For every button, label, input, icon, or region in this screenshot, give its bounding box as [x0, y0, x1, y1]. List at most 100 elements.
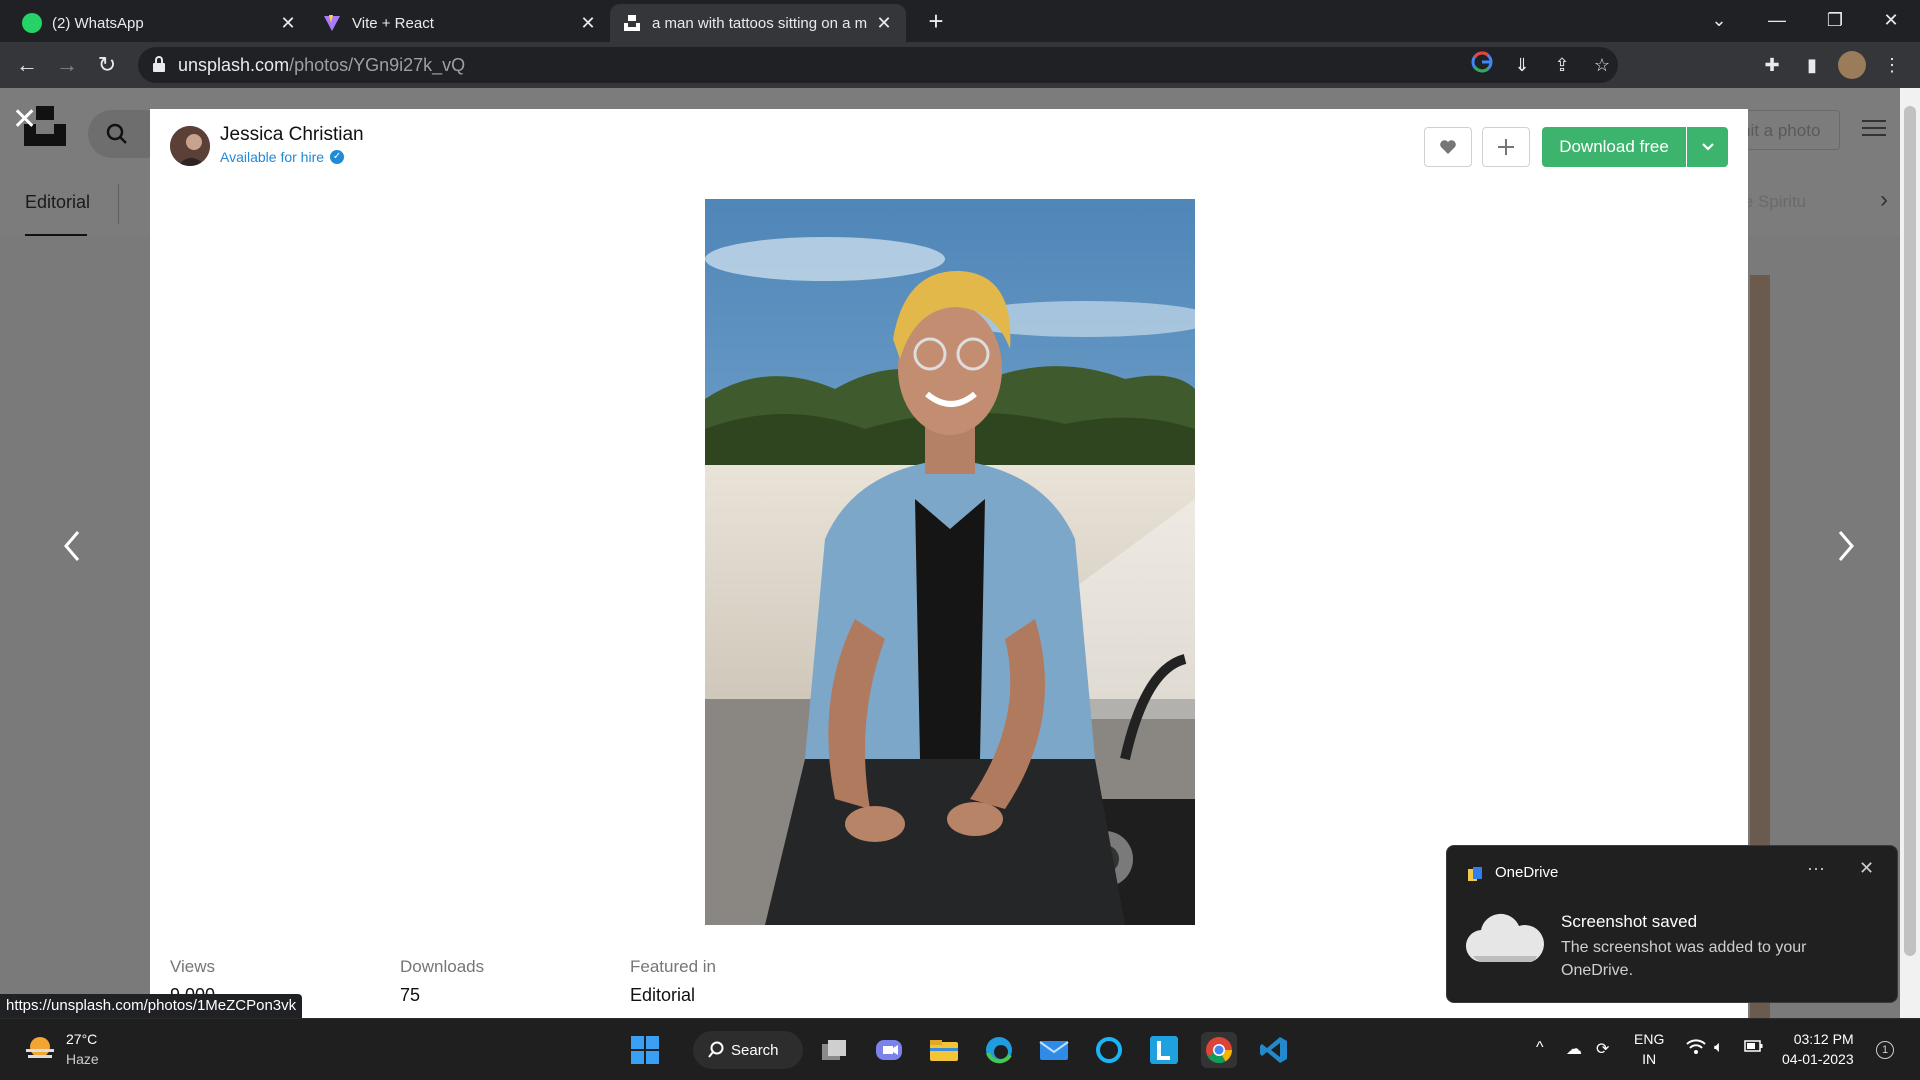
url-path: /photos/YGn9i27k_vQ [289, 55, 466, 75]
clock-date: 04-01-2023 [1782, 1051, 1854, 1067]
lock-icon [153, 56, 165, 72]
side-panel-icon[interactable]: ▮ [1798, 51, 1826, 79]
plus-icon [1498, 139, 1514, 155]
language-code: ENG [1634, 1031, 1665, 1047]
hire-status-text: Available for hire [220, 149, 325, 165]
stat-label: Downloads [400, 957, 485, 976]
restore-button[interactable]: ❐ [1806, 0, 1864, 42]
tab-title: a man with tattoos sitting on a m [652, 14, 868, 32]
unsplash-icon [622, 13, 642, 33]
forward-arrow-icon[interactable]: → [52, 50, 82, 80]
page-scrollbar[interactable] [1900, 88, 1920, 1018]
whatsapp-icon [22, 13, 42, 33]
author-name[interactable]: Jessica Christian [220, 124, 364, 146]
status-bar-url: https://unsplash.com/photos/1MeZCPon3vk [0, 994, 303, 1018]
stat-label: Featured in [630, 957, 716, 976]
teams-chat-icon[interactable] [871, 1032, 907, 1068]
previous-photo-arrow-icon[interactable] [60, 528, 84, 574]
share-icon[interactable]: ⇪ [1548, 51, 1576, 79]
close-icon[interactable]: ✕ [578, 13, 598, 34]
mail-icon[interactable] [1036, 1032, 1072, 1068]
chevron-down-icon [1701, 143, 1714, 151]
background-tab-editorial: Editorial [25, 192, 91, 212]
author-avatar[interactable] [170, 126, 210, 166]
stat-label: Views [170, 957, 216, 976]
vscode-icon[interactable] [1256, 1032, 1292, 1068]
download-free-button[interactable]: Download free [1542, 127, 1686, 167]
close-icon[interactable]: ✕ [1859, 858, 1874, 879]
tab-title: (2) WhatsApp [52, 14, 144, 32]
profile-avatar[interactable] [1838, 51, 1866, 79]
background-categories: le Spiritu [1740, 192, 1807, 211]
l-app-icon[interactable] [1146, 1032, 1182, 1068]
featured-in-link[interactable]: Editorial [630, 985, 716, 1006]
available-for-hire-link[interactable]: Available for hire ✓ [220, 149, 345, 165]
address-bar[interactable]: unsplash.com/photos/YGn9i27k_vQ ☆ ⇪ ⇓ [138, 47, 1618, 83]
more-options-icon[interactable]: ··· [1807, 858, 1825, 879]
chrome-icon[interactable] [1201, 1032, 1237, 1068]
notification-center-badge[interactable]: 1 [1876, 1041, 1894, 1059]
minimize-button[interactable]: — [1748, 0, 1806, 42]
url-host: unsplash.com [178, 55, 290, 75]
scrollbar-thumb[interactable] [1904, 106, 1916, 956]
window-close-button[interactable]: ✕ [1862, 0, 1920, 42]
wifi-icon[interactable] [1686, 1039, 1706, 1060]
back-arrow-icon[interactable]: ← [12, 50, 42, 80]
tattooed-man-photo [705, 199, 1195, 925]
taskbar-search[interactable]: Search [693, 1031, 803, 1069]
verified-check-icon: ✓ [330, 150, 345, 164]
next-photo-arrow-icon[interactable] [1834, 528, 1858, 574]
onedrive-app-icon [1468, 867, 1482, 881]
add-to-collection-button[interactable] [1482, 127, 1530, 167]
tab-whatsapp[interactable]: (2) WhatsApp ✕ [10, 4, 310, 42]
task-view-icon[interactable] [816, 1032, 852, 1068]
file-explorer-icon[interactable] [926, 1032, 962, 1068]
reload-icon[interactable]: ↻ [92, 50, 122, 80]
volume-icon[interactable]: 🔈︎ [1714, 1039, 1724, 1057]
stat-featured-in: Featured in Editorial [630, 957, 716, 1006]
stat-downloads: Downloads 75 [400, 957, 484, 1006]
chevron-right-icon: › [1880, 186, 1888, 213]
tab-strip: (2) WhatsApp ✕ Vite + React ✕ a man with… [0, 0, 1920, 42]
close-icon[interactable]: ✕ [874, 13, 894, 34]
close-icon[interactable]: ✕ [278, 13, 298, 34]
main-photo[interactable] [705, 199, 1195, 925]
tab-unsplash[interactable]: a man with tattoos sitting on a m ✕ [610, 4, 906, 42]
notification-body: The screenshot was added to your OneDriv… [1561, 939, 1807, 979]
edge-browser-icon[interactable] [981, 1032, 1017, 1068]
download-options-button[interactable] [1687, 127, 1728, 167]
show-hidden-icons-chevron-icon[interactable]: ^ [1536, 1039, 1544, 1057]
weather-haze-icon[interactable] [24, 1035, 56, 1063]
install-icon[interactable]: ⇓ [1508, 51, 1536, 79]
heart-icon [1440, 140, 1456, 154]
weather-temperature[interactable]: 27°C [66, 1031, 97, 1047]
tab-underline [25, 234, 87, 236]
google-icon[interactable] [1468, 51, 1496, 79]
windows-start-icon[interactable] [627, 1032, 663, 1068]
onedrive-notification[interactable]: OneDrive ··· ✕ Screenshot saved The scre… [1446, 845, 1898, 1003]
battery-icon[interactable] [1744, 1039, 1764, 1058]
weather-description[interactable]: Haze [66, 1051, 99, 1067]
search-icon [708, 1041, 724, 1058]
hamburger-icon [1862, 120, 1886, 136]
url-text[interactable]: unsplash.com/photos/YGn9i27k_vQ [178, 55, 465, 76]
input-language[interactable]: ENG IN [1634, 1029, 1664, 1069]
sync-icon[interactable]: ⟳ [1596, 1039, 1609, 1059]
search-icon [106, 123, 127, 144]
system-clock[interactable]: 03:12 PM 04-01-2023 [1782, 1029, 1854, 1069]
windows-taskbar: 27°C Haze Search ^ ☁ ⟳ ENG IN 🔈︎ 03:12 P… [0, 1018, 1920, 1080]
tab-search-chevron-icon[interactable]: ⌄ [1690, 0, 1748, 42]
clock-time: 03:12 PM [1793, 1031, 1854, 1047]
extensions-icon[interactable]: ✚ [1758, 51, 1786, 79]
modal-close-icon[interactable]: ✕ [12, 102, 37, 137]
like-button[interactable] [1424, 127, 1472, 167]
star-icon[interactable]: ☆ [1588, 51, 1616, 79]
tab-vite[interactable]: Vite + React ✕ [310, 4, 610, 42]
onedrive-tray-icon[interactable]: ☁ [1566, 1039, 1582, 1059]
notification-app-name: OneDrive [1495, 864, 1559, 881]
menu-kebab-icon[interactable]: ⋮ [1878, 51, 1906, 79]
new-tab-button[interactable]: + [921, 6, 951, 36]
notification-title: Screenshot saved [1561, 912, 1698, 931]
stat-value: 75 [400, 985, 421, 1005]
cortana-icon[interactable] [1091, 1032, 1127, 1068]
